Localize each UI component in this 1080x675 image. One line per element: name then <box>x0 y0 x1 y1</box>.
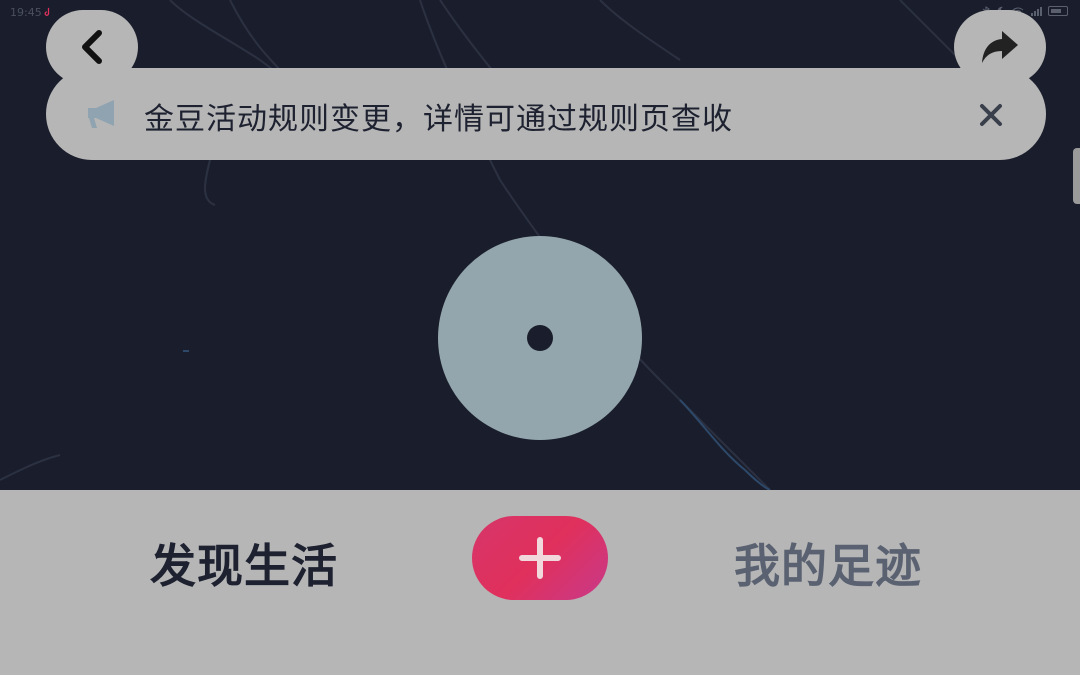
chevron-left-icon <box>82 30 102 64</box>
megaphone-icon <box>88 100 114 128</box>
notice-banner[interactable]: 金豆活动规则变更，详情可通过规则页查收 <box>46 68 1046 160</box>
status-bar: 19:45 <box>0 0 1080 26</box>
notice-text: 金豆活动规则变更，详情可通过规则页查收 <box>144 102 733 137</box>
add-button[interactable] <box>472 516 608 600</box>
marker-center-dot <box>527 325 553 351</box>
close-icon[interactable] <box>974 98 1008 132</box>
signal-icon <box>1031 7 1042 16</box>
share-arrow-icon <box>982 31 1018 63</box>
plus-icon <box>519 537 561 579</box>
tab-discover-life[interactable]: 发现生活 <box>150 530 338 596</box>
battery-icon <box>1048 6 1068 16</box>
bottom-nav: 发现生活 我的足迹 <box>0 490 1080 675</box>
tab-my-footprint[interactable]: 我的足迹 <box>734 530 922 596</box>
tiktok-icon <box>44 7 50 16</box>
location-marker[interactable] <box>438 236 642 440</box>
side-handle[interactable] <box>1073 148 1080 204</box>
status-time: 19:45 <box>10 6 42 19</box>
